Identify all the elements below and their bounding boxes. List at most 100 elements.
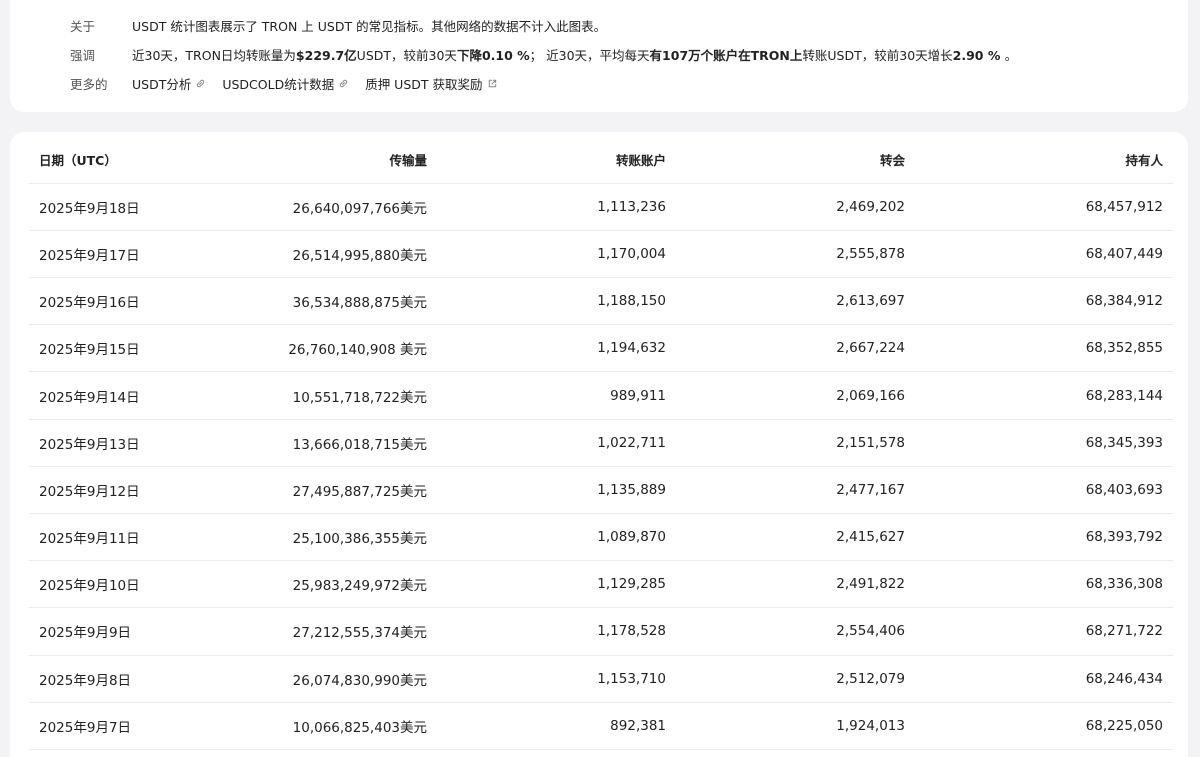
cell-transfers: 1,924,013	[666, 702, 905, 750]
cell-volume: 13,666,018,715美元	[199, 419, 427, 467]
cell-transfers: 2,469,202	[666, 183, 905, 231]
stats-table-card: 日期（UTC） 传输量 转账账户 转会 持有人 2025年9月18日 26,640…	[10, 132, 1188, 757]
cell-volume: 36,534,888,875美元	[199, 277, 427, 326]
hl-bold: 有107万个账户在TRON上	[649, 48, 803, 63]
cell-holders: 68,393,792	[905, 513, 1173, 562]
highlight-row: 强调 近30天，TRON日均转账量为$229.7亿USDT，较前30天下降0.1…	[70, 45, 1017, 64]
cell-volume: 25,100,386,355美元	[199, 513, 427, 562]
cell-holders: 68,403,693	[905, 466, 1173, 515]
cell-volume: 10,066,825,403美元	[199, 702, 427, 750]
cell-transfers: 2,667,224	[666, 324, 905, 373]
cell-holders: 68,345,393	[905, 419, 1173, 467]
table-row: 2025年9月9日 27,212,555,374美元 1,178,528 2,554,…	[29, 607, 1173, 656]
cell-transfers: 2,415,627	[666, 513, 905, 562]
cell-transfers: 2,554,406	[666, 607, 905, 656]
highlight-label: 强调	[70, 48, 96, 63]
table-row: 2025年9月15日 26,760,140,908 美元 1,194,632 2,66…	[29, 324, 1173, 373]
table-row: 2025年9月13日 13,666,018,715美元 1,022,711 2,151…	[29, 419, 1173, 467]
cell-holders: 68,271,722	[905, 607, 1173, 656]
table-row: 2025年9月10日 25,983,249,972美元 1,129,285 2,491…	[29, 560, 1173, 609]
cell-volume: 26,760,140,908 美元	[199, 324, 427, 373]
cell-date: 2025年9月9日	[29, 607, 199, 656]
cell-date: 2025年9月18日	[29, 183, 199, 231]
cell-date: 2025年9月16日	[29, 277, 199, 326]
cell-transfers: 2,555,878	[666, 230, 905, 279]
hl-bold: 2.90 %	[952, 48, 1005, 63]
cell-accounts: 989,911	[427, 371, 666, 420]
cell-volume: 25,983,249,972美元	[199, 560, 427, 609]
cell-accounts: 1,089,870	[427, 513, 666, 562]
link-label: 质押 USDT 获取奖励	[365, 77, 483, 92]
hl-part: 近30天，TRON日均转账量为	[132, 48, 296, 63]
cell-holders: 68,336,308	[905, 560, 1173, 609]
cell-holders: 68,384,912	[905, 277, 1173, 326]
cell-holders: 68,407,449	[905, 230, 1173, 279]
cell-accounts: 1,178,528	[427, 607, 666, 656]
cell-accounts: 1,170,004	[427, 230, 666, 279]
header-transfers[interactable]: 转会	[666, 136, 905, 184]
table-row: 2025年9月11日 25,100,386,355美元 1,089,870 2,415…	[29, 513, 1173, 562]
cell-date: 2025年9月15日	[29, 324, 199, 373]
cell-date: 2025年9月7日	[29, 702, 199, 750]
cell-transfers: 2,512,079	[666, 655, 905, 703]
cell-holders: 68,225,050	[905, 702, 1173, 750]
about-text: USDT 统计图表展示了 TRON 上 USDT 的常见指标。其他网络的数据不计…	[132, 19, 607, 34]
cell-volume: 10,551,718,722美元	[199, 371, 427, 420]
more-row: 更多的 USDT分析 USDCOLD统计数据 质押 USDT 获取奖励	[70, 74, 510, 93]
cell-date: 2025年9月11日	[29, 513, 199, 562]
header-volume[interactable]: 传输量	[199, 136, 427, 184]
cell-holders: 68,246,434	[905, 655, 1173, 703]
more-label: 更多的	[70, 77, 108, 92]
cell-accounts: 892,381	[427, 702, 666, 750]
cell-holders: 68,457,912	[905, 183, 1173, 231]
usdcold-stats-link[interactable]: USDCOLD统计数据	[222, 74, 349, 93]
cell-accounts: 1,129,285	[427, 560, 666, 609]
link-label: USDCOLD统计数据	[222, 77, 335, 92]
header-holders[interactable]: 持有人	[905, 136, 1173, 184]
cell-date: 2025年9月12日	[29, 466, 199, 515]
cell-accounts: 1,135,889	[427, 466, 666, 515]
cell-accounts: 1,188,150	[427, 277, 666, 326]
hl-part: 转账USDT，较前30天增长	[802, 48, 953, 63]
cell-volume: 27,212,555,374美元	[199, 607, 427, 656]
hl-part: 。	[1004, 48, 1018, 63]
usdt-analysis-link[interactable]: USDT分析	[132, 74, 206, 93]
about-row: 关于 USDT 统计图表展示了 TRON 上 USDT 的常见指标。其他网络的数…	[70, 16, 606, 35]
hl-part: ； 近30天，平均每天	[529, 48, 650, 63]
cell-transfers: 2,491,822	[666, 560, 905, 609]
cell-accounts: 1,022,711	[427, 419, 666, 467]
table-row: 2025年9月14日 10,551,718,722美元 989,911 2,069,1…	[29, 371, 1173, 420]
hl-part: USDT，较前30天	[356, 48, 457, 63]
cell-transfers: 2,613,697	[666, 277, 905, 326]
cell-volume: 26,514,995,880美元	[199, 230, 427, 279]
table-body: 2025年9月18日 26,640,097,766美元 1,113,236 2,469…	[29, 183, 1173, 750]
stake-usdt-link[interactable]: 质押 USDT 获取奖励	[365, 74, 497, 93]
link-icon	[197, 79, 205, 88]
cell-volume: 26,640,097,766美元	[199, 183, 427, 231]
cell-holders: 68,283,144	[905, 371, 1173, 420]
table-row: 2025年9月17日 26,514,995,880美元 1,170,004 2,555…	[29, 230, 1173, 279]
cell-transfers: 2,069,166	[666, 371, 905, 420]
cell-accounts: 1,153,710	[427, 655, 666, 703]
cell-transfers: 2,151,578	[666, 419, 905, 467]
cell-date: 2025年9月8日	[29, 655, 199, 703]
cell-accounts: 1,194,632	[427, 324, 666, 373]
external-link-icon	[488, 79, 496, 88]
about-label: 关于	[70, 19, 96, 34]
table-row: 2025年9月12日 27,495,887,725美元 1,135,889 2,477…	[29, 466, 1173, 515]
table-row: 2025年9月8日 26,074,830,990美元 1,153,710 2,512,…	[29, 655, 1173, 703]
link-label: USDT分析	[132, 77, 192, 92]
cell-date: 2025年9月10日	[29, 560, 199, 609]
highlight-text: 近30天，TRON日均转账量为$229.7亿USDT，较前30天下降0.10 %…	[132, 45, 1017, 64]
info-card: 关于 USDT 统计图表展示了 TRON 上 USDT 的常见指标。其他网络的数…	[10, 0, 1188, 112]
cell-transfers: 2,477,167	[666, 466, 905, 515]
cell-volume: 27,495,887,725美元	[199, 466, 427, 515]
header-accounts[interactable]: 转账账户	[427, 136, 666, 184]
link-icon	[339, 79, 348, 88]
header-date[interactable]: 日期（UTC）	[29, 136, 199, 184]
cell-date: 2025年9月14日	[29, 371, 199, 420]
usdt-stats-table: 日期（UTC） 传输量 转账账户 转会 持有人 2025年9月18日 26,640…	[29, 136, 1173, 750]
cell-holders: 68,352,855	[905, 324, 1173, 373]
hl-bold: $229.7亿	[295, 48, 357, 63]
table-row: 2025年9月16日 36,534,888,875美元 1,188,150 2,613…	[29, 277, 1173, 326]
